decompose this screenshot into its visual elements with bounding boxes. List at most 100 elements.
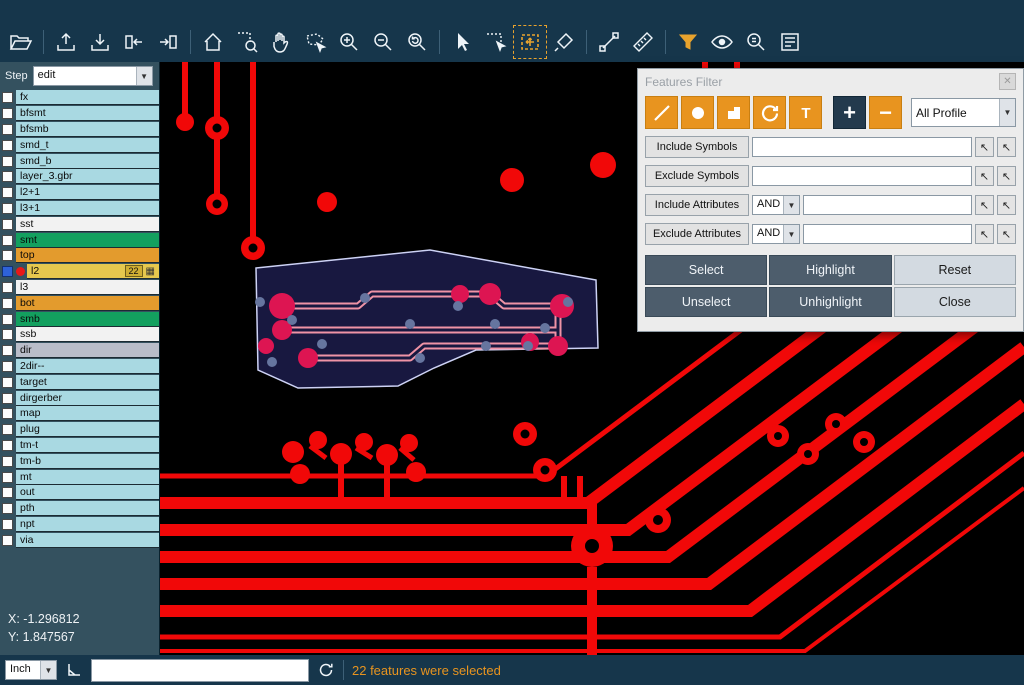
layer-row[interactable]: l3+1 ▦ (0, 201, 159, 217)
layer-visibility-checkbox[interactable] (2, 329, 13, 340)
layer-cell[interactable]: dir ▦ (16, 343, 159, 358)
layer-cell[interactable]: 2dir-- ▦ (16, 359, 159, 374)
text-feature-button[interactable]: T (789, 96, 822, 129)
pad-feature-button[interactable] (681, 96, 714, 129)
pick-symbol-add-button[interactable]: ↖ (997, 137, 1016, 157)
layer-cell[interactable]: l2+1 ▦ (16, 185, 159, 200)
pick-symbol-add-button[interactable]: ↖ (997, 166, 1016, 186)
layer-row[interactable]: l2 22 ▦ (0, 264, 159, 280)
menu-item[interactable] (60, 9, 78, 13)
arc-feature-button[interactable] (753, 96, 786, 129)
include-symbols-button[interactable]: Include Symbols (645, 136, 749, 158)
layer-row[interactable]: tm-t ▦ (0, 438, 159, 454)
layer-cell[interactable]: pth ▦ (16, 501, 159, 516)
layer-row[interactable]: bfsmt ▦ (0, 106, 159, 122)
pointer-button[interactable] (447, 27, 477, 57)
exclude-symbols-button[interactable]: Exclude Symbols (645, 165, 749, 187)
layer-visibility-checkbox[interactable] (2, 535, 13, 546)
include-attributes-operator-select[interactable]: AND ▼ (752, 195, 800, 215)
layer-visibility-checkbox[interactable] (2, 156, 13, 167)
layer-visibility-checkbox[interactable] (2, 108, 13, 119)
pick-attribute-add-button[interactable]: ↖ (997, 195, 1016, 215)
layer-cell[interactable]: smt ▦ (16, 233, 159, 248)
layer-cell[interactable]: tm-b ▦ (16, 454, 159, 469)
layer-visibility-checkbox[interactable] (2, 140, 13, 151)
layer-cell[interactable]: dirgerber ▦ (16, 391, 159, 406)
layer-visibility-checkbox[interactable] (2, 203, 13, 214)
layer-row[interactable]: top ▦ (0, 248, 159, 264)
layer-row[interactable]: ssb ▦ (0, 327, 159, 343)
unit-select[interactable]: Inch ▼ (5, 660, 57, 680)
layer-cell[interactable]: l3 ▦ (16, 280, 159, 295)
open-button[interactable] (6, 27, 36, 57)
layer-visibility-checkbox[interactable] (2, 187, 13, 198)
pick-symbol-button[interactable]: ↖ (975, 137, 994, 157)
unhighlight-button[interactable]: Unhighlight (769, 287, 891, 317)
step-select[interactable]: edit ▼ (33, 66, 153, 86)
exclude-attributes-button[interactable]: Exclude Attributes (645, 223, 749, 245)
remove-mode-button[interactable]: − (869, 96, 902, 129)
menu-item[interactable] (78, 9, 96, 13)
layer-cell[interactable]: plug ▦ (16, 422, 159, 437)
rectangle-select-button[interactable] (481, 27, 511, 57)
layer-cell[interactable]: bfsmt ▦ (16, 106, 159, 121)
previous-step-button[interactable] (119, 27, 149, 57)
zoom-out-button[interactable] (368, 27, 398, 57)
layer-cell[interactable]: top ▦ (16, 248, 159, 263)
layer-cell[interactable]: ssb ▦ (16, 327, 159, 342)
layer-row[interactable]: smb ▦ (0, 311, 159, 327)
layer-visibility-checkbox[interactable] (2, 393, 13, 404)
layer-row[interactable]: npt ▦ (0, 517, 159, 533)
layer-row[interactable]: via ▦ (0, 532, 159, 548)
include-attributes-input[interactable] (803, 195, 972, 215)
layer-row[interactable]: plug ▦ (0, 422, 159, 438)
layer-visibility-checkbox[interactable] (2, 124, 13, 135)
menu-item[interactable] (6, 9, 24, 13)
layer-row[interactable]: out ▦ (0, 485, 159, 501)
include-attributes-button[interactable]: Include Attributes (645, 194, 749, 216)
exclude-attributes-operator-select[interactable]: AND ▼ (752, 224, 800, 244)
selection-region[interactable] (255, 250, 598, 388)
layer-cell[interactable]: fx ▦ (16, 90, 159, 105)
layer-row[interactable]: target ▦ (0, 374, 159, 390)
layer-row[interactable]: tm-b ▦ (0, 453, 159, 469)
include-symbols-input[interactable] (752, 137, 972, 157)
next-step-button[interactable] (153, 27, 183, 57)
layer-visibility-checkbox[interactable] (2, 282, 13, 293)
layer-cell[interactable]: smd_t ▦ (16, 138, 159, 153)
select-button[interactable]: Select (645, 255, 767, 285)
unselect-button[interactable]: Unselect (645, 287, 767, 317)
dialog-close-button[interactable]: ✕ (999, 73, 1016, 90)
pick-symbol-button[interactable]: ↖ (975, 166, 994, 186)
layer-cell[interactable]: l3+1 ▦ (16, 201, 159, 216)
layer-row[interactable]: l3 ▦ (0, 280, 159, 296)
layer-row[interactable]: fx ▦ (0, 90, 159, 106)
layer-cell[interactable]: mt ▦ (16, 470, 159, 485)
layer-visibility-checkbox[interactable] (2, 519, 13, 530)
layer-row[interactable]: smd_b ▦ (0, 153, 159, 169)
layer-cell[interactable]: l2 22 ▦ (27, 264, 159, 279)
layer-visibility-checkbox[interactable] (2, 487, 13, 498)
layer-visibility-checkbox[interactable] (2, 408, 13, 419)
pick-attribute-button[interactable]: ↖ (975, 195, 994, 215)
layer-visibility-checkbox[interactable] (2, 424, 13, 435)
pick-attribute-button[interactable]: ↖ (975, 224, 994, 244)
zoom-in-button[interactable] (334, 27, 364, 57)
layer-cell[interactable]: target ▦ (16, 375, 159, 390)
layer-cell[interactable]: via ▦ (16, 533, 159, 548)
snap-angle-icon[interactable] (65, 661, 83, 679)
layer-cell[interactable]: sst ▦ (16, 217, 159, 232)
layer-visibility-checkbox[interactable] (2, 266, 13, 277)
highlight-button[interactable]: Highlight (769, 255, 891, 285)
layer-visibility-checkbox[interactable] (2, 361, 13, 372)
layer-visibility-checkbox[interactable] (2, 456, 13, 467)
import-step-button[interactable] (85, 27, 115, 57)
layer-cell[interactable]: map ▦ (16, 406, 159, 421)
layer-row[interactable]: dirgerber ▦ (0, 390, 159, 406)
layer-cell[interactable]: smd_b ▦ (16, 154, 159, 169)
dialog-title-bar[interactable]: Features Filter ✕ (645, 69, 1016, 94)
layer-visibility-checkbox[interactable] (2, 298, 13, 309)
erase-brush-button[interactable] (549, 27, 579, 57)
layer-row[interactable]: pth ▦ (0, 501, 159, 517)
home-view-button[interactable] (198, 27, 228, 57)
